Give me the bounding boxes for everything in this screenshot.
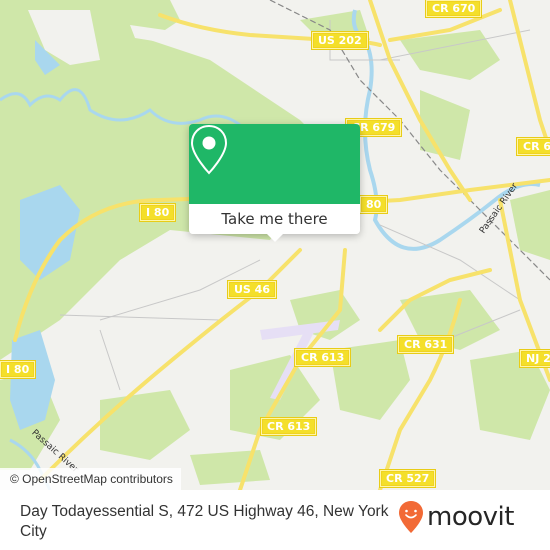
road-shield-cr631: CR 631: [396, 335, 455, 354]
road-shield-us46: US 46: [227, 280, 277, 299]
road-shield-cr670: CR 670: [424, 0, 483, 18]
destination-popup: Take me there: [189, 124, 360, 242]
park-area: [510, 190, 550, 260]
road-shield-cr64: CR 64: [516, 137, 550, 156]
park-area: [190, 450, 270, 485]
road-shield-nj23: NJ 23: [518, 349, 550, 368]
moovit-logo-text: moovit: [427, 502, 514, 532]
road-shield-us202: US 202: [311, 31, 369, 50]
popup-header: [189, 124, 360, 204]
park-area: [420, 90, 470, 160]
map-pin-icon: [190, 124, 228, 175]
popup-pointer: [267, 234, 283, 242]
destination-address: Day Todayessential S, 472 US Highway 46,…: [20, 503, 389, 540]
road-shield-cr613-upper: CR 613: [293, 348, 352, 367]
map-view[interactable]: CR 670 US 202 CR 679 CR 64 I 80 80 I 80 …: [0, 0, 550, 490]
road-shield-cr613-lower: CR 613: [259, 417, 318, 436]
road-shield-i80: I 80: [138, 203, 177, 222]
map-attribution[interactable]: © OpenStreetMap contributors: [0, 468, 181, 490]
moovit-smile-pin-icon: [399, 501, 423, 533]
footer: Day Todayessential S, 472 US Highway 46,…: [0, 490, 550, 550]
road-shield-i80-left: I 80: [0, 360, 37, 379]
road-right: [508, 0, 550, 152]
take-me-there-button[interactable]: Take me there: [189, 204, 360, 234]
moovit-logo[interactable]: moovit: [398, 500, 514, 534]
road-shield-i80-right: 80: [358, 195, 389, 214]
road-shield-cr527: CR 527: [378, 469, 437, 488]
map-tiles: [0, 0, 550, 490]
park-area: [100, 390, 190, 460]
